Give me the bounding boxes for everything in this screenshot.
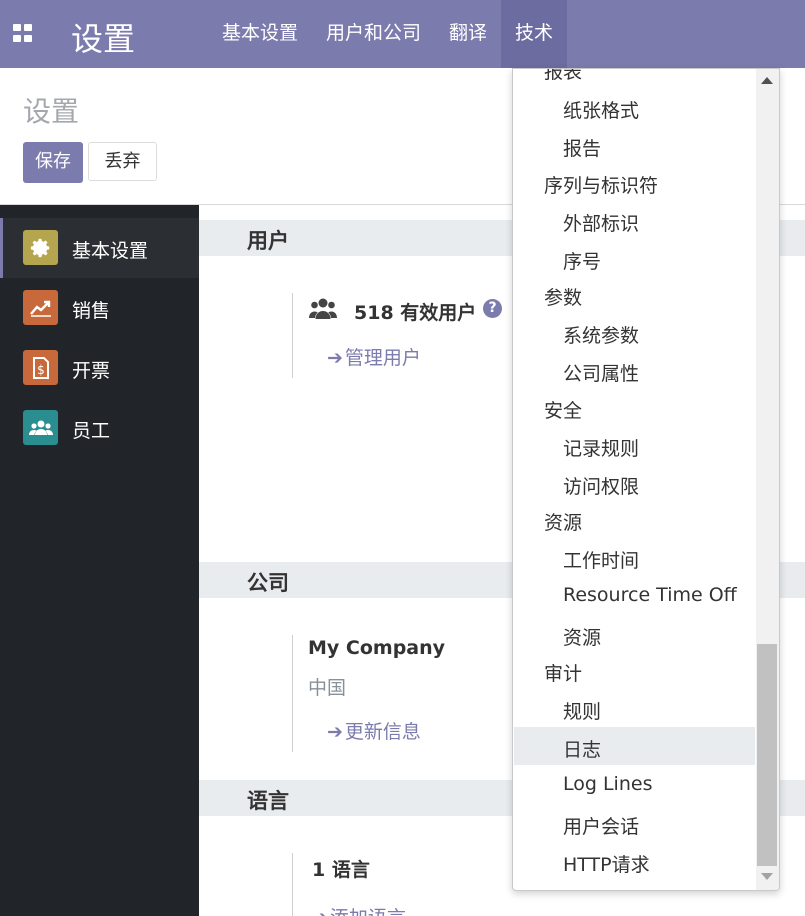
arrow-right-icon: ➔ [327, 347, 343, 369]
active-users-count: 518 有效用户 [354, 302, 477, 324]
dropdown-item-system-parameters[interactable]: 系统参数 [514, 313, 755, 351]
settings-sidebar: 基本设置 销售 $ 开票 员工 [0, 205, 199, 916]
dropdown-item-user-sessions[interactable]: 用户会话 [514, 804, 755, 842]
update-info-link[interactable]: ➔ 更新信息 [327, 717, 421, 744]
dropdown-item-working-times[interactable]: 工作时间 [514, 538, 755, 576]
sidebar-item-label: 员工 [72, 420, 111, 442]
menu-technical[interactable]: 技术 [501, 0, 568, 68]
add-language-link[interactable]: ➔添加语言 [312, 903, 406, 916]
dropdown-item-company-properties[interactable]: 公司属性 [514, 351, 755, 389]
dropdown-item-paper-format[interactable]: 纸张格式 [514, 88, 755, 126]
users-icon [309, 297, 337, 321]
menu-basic-settings[interactable]: 基本设置 [208, 0, 312, 68]
section-title: 公司 [247, 571, 289, 595]
help-icon[interactable]: ? [483, 299, 502, 318]
scrollbar-thumb[interactable] [757, 644, 777, 866]
menu-users-companies[interactable]: 用户和公司 [312, 0, 435, 68]
users-icon [23, 410, 58, 445]
gear-icon [23, 230, 58, 265]
dropdown-header-sequences: 序列与标识符 [544, 175, 659, 197]
dropdown-item-resources[interactable]: 资源 [514, 615, 755, 653]
dropdown-item-reports[interactable]: 报告 [514, 126, 755, 164]
link-label: 添加语言 [330, 907, 406, 916]
dropdown-header-reports: 报表 [544, 68, 583, 83]
link-label: 更新信息 [344, 721, 421, 743]
section-title: 用户 [247, 229, 289, 253]
dropdown-item-external-ids[interactable]: 外部标识 [514, 201, 755, 239]
manage-users-link[interactable]: ➔ 管理用户 [327, 343, 421, 370]
chart-line-icon [23, 290, 58, 325]
language-count: 1 语言 [312, 859, 370, 881]
divider [292, 293, 293, 378]
dropdown-item-logs[interactable]: 日志 [514, 727, 755, 765]
dropdown-item-resource-time-off[interactable]: Resource Time Off [514, 576, 755, 614]
dropdown-header-security: 安全 [544, 400, 583, 422]
dropdown-item-access-rights[interactable]: 访问权限 [514, 464, 755, 502]
section-title: 语言 [247, 789, 289, 813]
discard-button[interactable]: 丢弃 [88, 142, 157, 181]
company-name: My Company [308, 637, 446, 659]
link-label: 管理用户 [344, 347, 421, 369]
save-button[interactable]: 保存 [23, 142, 83, 183]
sidebar-item-label: 开票 [72, 360, 111, 382]
scroll-up-arrow-icon[interactable] [761, 77, 773, 84]
sidebar-item-employees[interactable]: 员工 [0, 398, 199, 458]
technical-dropdown-menu: 报表 纸张格式 报告 序列与标识符 外部标识 序号 参数 系统参数 公司属性 安… [512, 68, 780, 891]
sidebar-item-label: 销售 [72, 300, 111, 322]
top-navbar: 设置 基本设置 用户和公司 翻译 技术 [0, 0, 805, 68]
dropdown-item-rules[interactable]: 规则 [514, 689, 755, 727]
divider [292, 635, 293, 752]
page-title: 设置 [23, 95, 80, 128]
arrow-right-icon: ➔ [312, 907, 328, 916]
sidebar-item-sales[interactable]: 销售 [0, 278, 199, 338]
dropdown-header-resources: 资源 [544, 512, 583, 534]
scroll-down-arrow-icon[interactable] [761, 873, 773, 880]
top-menu: 基本设置 用户和公司 翻译 技术 [208, 0, 568, 68]
dropdown-item-sequences[interactable]: 序号 [514, 239, 755, 277]
dropdown-item-http-requests[interactable]: HTTP请求 [514, 842, 755, 880]
dropdown-header-parameters: 参数 [544, 287, 583, 309]
dropdown-header-audit: 审计 [544, 663, 583, 685]
svg-text:$: $ [37, 363, 45, 377]
menu-translations[interactable]: 翻译 [435, 0, 501, 68]
apps-menu-icon[interactable] [13, 24, 33, 42]
sidebar-item-invoicing[interactable]: $ 开票 [0, 338, 199, 398]
app-brand: 设置 [71, 20, 136, 58]
dropdown-item-record-rules[interactable]: 记录规则 [514, 426, 755, 464]
company-country: 中国 [308, 677, 347, 699]
sidebar-item-basic-settings[interactable]: 基本设置 [0, 218, 199, 278]
sidebar-item-label: 基本设置 [72, 240, 149, 262]
arrow-right-icon: ➔ [327, 721, 343, 743]
invoice-icon: $ [23, 350, 58, 385]
dropdown-item-log-lines[interactable]: Log Lines [514, 765, 755, 803]
divider [292, 853, 293, 916]
